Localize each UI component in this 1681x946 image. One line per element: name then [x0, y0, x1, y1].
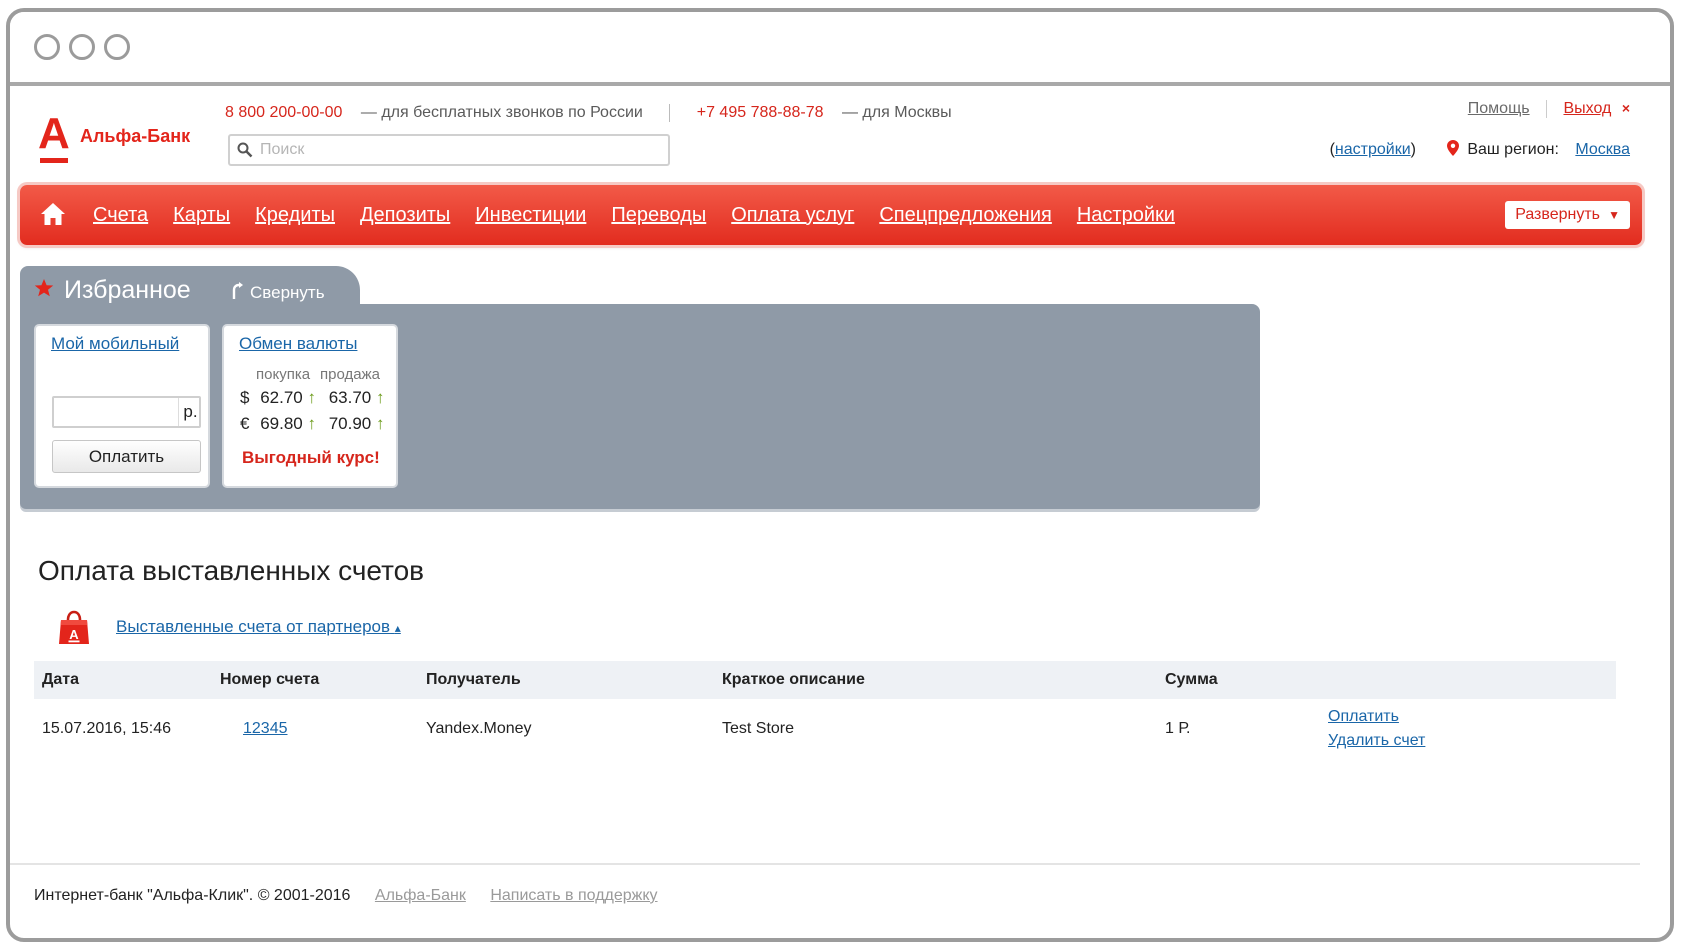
nav-item-payments[interactable]: Оплата услуг: [731, 204, 854, 227]
home-icon[interactable]: [40, 202, 66, 226]
eur-sell-trend-icon: ↑: [376, 414, 385, 433]
logout-close-icon[interactable]: ×: [1622, 100, 1630, 116]
expand-menu-button[interactable]: Развернуть ▼: [1505, 201, 1630, 229]
search-icon: [237, 142, 253, 158]
top-links: Помощь Выход ×: [1468, 100, 1630, 118]
nav-item-investments[interactable]: Инвестиции: [475, 204, 586, 227]
bank-logo[interactable]: А Альфа-Банк: [38, 109, 198, 163]
chevron-up-icon: ▴: [394, 621, 401, 635]
logo-underline: [40, 158, 68, 163]
browser-window: А Альфа-Банк 8 800 200-00-00 — для беспл…: [6, 8, 1674, 942]
exchange-promo[interactable]: Выгодный курс!: [242, 448, 380, 468]
column-recipient: Получатель: [426, 671, 521, 688]
pay-invoice-link[interactable]: Оплатить: [1328, 708, 1399, 726]
usd-sell-rate: 63.70: [328, 388, 372, 407]
expand-menu-label: Развернуть: [1515, 206, 1600, 223]
logout-link[interactable]: Выход: [1563, 100, 1611, 117]
favorites-collapse-button[interactable]: Свернуть: [230, 282, 325, 303]
invoice-amount: 1 Р.: [1165, 720, 1191, 737]
invoice-number-link[interactable]: 12345: [243, 720, 288, 738]
mobile-amount-field[interactable]: р.: [52, 396, 201, 428]
column-amount: Сумма: [1165, 671, 1218, 688]
region-selector: (настройки) Ваш регион: Москва: [1330, 140, 1630, 159]
currency-exchange-card: Обмен валюты покупка продажа $ 62.70 ↑ 6…: [224, 326, 396, 486]
favorites-title: Избранное: [64, 276, 191, 304]
footer: Интернет-банк "Альфа-Клик". © 2001-2016 …: [34, 887, 658, 905]
main-navigation: Счета Карты Кредиты Депозиты Инвестиции …: [20, 185, 1642, 245]
nav-item-accounts[interactable]: Счета: [93, 204, 148, 227]
usd-sell-trend-icon: ↑: [376, 388, 385, 407]
usd-buy-trend-icon: ↑: [307, 388, 316, 407]
window-minimize-button[interactable]: [69, 34, 95, 60]
nav-item-special-offers[interactable]: Спецпредложения: [879, 204, 1052, 227]
buy-rate-header: покупка: [256, 366, 311, 383]
nav-item-deposits[interactable]: Депозиты: [360, 204, 450, 227]
mobile-amount-input[interactable]: [58, 402, 168, 422]
collapse-arrow-icon: [232, 282, 243, 299]
delete-invoice-link[interactable]: Удалить счет: [1328, 732, 1425, 750]
mobile-card-title[interactable]: Мой мобильный: [51, 334, 179, 354]
footer-bank-link[interactable]: Альфа-Банк: [375, 887, 466, 904]
column-invoice-number: Номер счета: [220, 671, 320, 688]
eur-sell-rate: 70.90: [328, 414, 372, 433]
search-input[interactable]: [260, 139, 660, 161]
free-phone-note: — для бесплатных звонков по России: [360, 104, 643, 122]
column-date: Дата: [42, 671, 80, 688]
svg-text:A: A: [69, 627, 79, 642]
footer-copyright: Интернет-банк "Альфа-Клик". © 2001-2016: [34, 887, 351, 904]
column-description: Краткое описание: [722, 671, 865, 688]
location-pin-icon: [1446, 140, 1459, 156]
chevron-down-icon: ▼: [1608, 208, 1620, 222]
favorites-section: Избранное Свернуть Мой мобильный р. Опла…: [20, 266, 1260, 519]
settings-paren-close: ): [1410, 141, 1416, 158]
nav-item-cards[interactable]: Карты: [173, 204, 230, 227]
invoice-recipient: Yandex.Money: [426, 720, 532, 737]
partner-invoices-link[interactable]: Выставленные счета от партнеров ▴: [116, 617, 401, 637]
logo-name: Альфа-Банк: [80, 126, 191, 146]
eur-symbol: €: [240, 414, 250, 433]
page-content: А Альфа-Банк 8 800 200-00-00 — для беспл…: [10, 90, 1670, 938]
currency-unit: р.: [178, 398, 202, 426]
window-maximize-button[interactable]: [104, 34, 130, 60]
invoice-date: 15.07.2016, 15:46: [42, 720, 172, 737]
region-value-link[interactable]: Москва: [1575, 141, 1630, 158]
invoices-table-header: Дата Номер счета Получатель Краткое опис…: [34, 661, 1616, 699]
mobile-pay-button[interactable]: Оплатить: [52, 440, 201, 473]
free-phone: 8 800 200-00-00: [225, 104, 343, 122]
help-link[interactable]: Помощь: [1468, 100, 1530, 117]
exchange-card-title[interactable]: Обмен валюты: [239, 334, 357, 354]
region-settings-link[interactable]: настройки: [1335, 141, 1411, 158]
mobile-payment-card: Мой мобильный р. Оплатить: [36, 326, 208, 486]
nav-item-transfers[interactable]: Переводы: [611, 204, 706, 227]
nav-items: Счета Карты Кредиты Депозиты Инвестиции …: [93, 185, 1200, 245]
footer-divider: [10, 863, 1640, 865]
contact-phones: 8 800 200-00-00 — для бесплатных звонков…: [225, 104, 952, 122]
favorites-collapse-label: Свернуть: [250, 283, 325, 302]
sell-rate-header: продажа: [320, 366, 380, 383]
partner-invoices-label: Выставленные счета от партнеров: [116, 617, 391, 636]
eur-rate-row: € 69.80 ↑ 70.90 ↑: [240, 414, 385, 434]
nav-item-settings[interactable]: Настройки: [1077, 204, 1175, 227]
nav-item-credits[interactable]: Кредиты: [255, 204, 335, 227]
footer-support-link[interactable]: Написать в поддержку: [490, 887, 657, 904]
eur-buy-trend-icon: ↑: [307, 414, 316, 433]
shopping-bag-icon: A: [59, 610, 89, 644]
top-links-divider: [1546, 100, 1548, 118]
phone-divider: [669, 104, 671, 122]
window-close-button[interactable]: [34, 34, 60, 60]
page-title: Оплата выставленных счетов: [38, 555, 425, 586]
logo-letter: А: [38, 109, 70, 158]
search-box[interactable]: [228, 134, 670, 166]
invoice-description: Test Store: [722, 720, 795, 737]
region-label: Ваш регион:: [1467, 141, 1559, 158]
moscow-phone: +7 495 788-88-78: [696, 104, 824, 122]
moscow-phone-note: — для Москвы: [841, 104, 952, 122]
usd-rate-row: $ 62.70 ↑ 63.70 ↑: [240, 388, 385, 408]
eur-buy-rate: 69.80: [260, 414, 303, 433]
window-titlebar: [10, 12, 1670, 86]
star-icon: [34, 279, 54, 297]
usd-buy-rate: 62.70: [260, 388, 303, 407]
usd-symbol: $: [240, 388, 250, 407]
